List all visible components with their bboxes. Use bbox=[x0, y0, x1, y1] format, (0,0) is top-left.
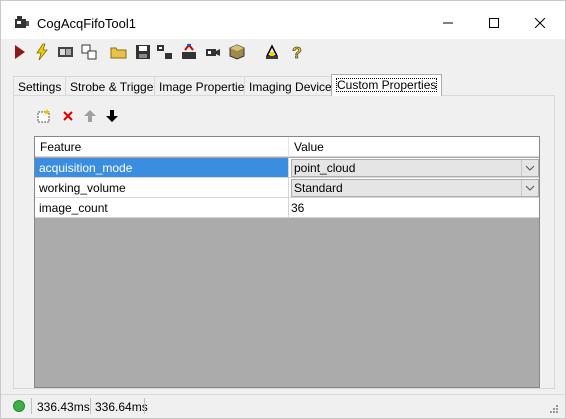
chevron-down-icon bbox=[525, 165, 535, 171]
combo-dropdown-button[interactable] bbox=[521, 180, 538, 196]
status-bar: 336.43ms 336.64ms bbox=[1, 394, 565, 418]
table-row[interactable]: image_count 36 bbox=[35, 198, 539, 218]
run-icon[interactable] bbox=[11, 43, 29, 61]
close-icon bbox=[535, 18, 545, 28]
save-icon[interactable] bbox=[134, 43, 152, 61]
application-window: CogAcqFifoTool1 ? Settings Strobe & Trig… bbox=[0, 0, 566, 419]
tab-label: Strobe & Trigger bbox=[70, 80, 158, 94]
cube-icon[interactable] bbox=[228, 43, 246, 61]
main-toolbar: ? bbox=[1, 39, 565, 67]
status-separator bbox=[31, 398, 32, 414]
value-combobox[interactable]: point_cloud bbox=[291, 159, 539, 177]
close-button[interactable] bbox=[517, 7, 563, 39]
chevron-down-icon bbox=[525, 185, 535, 191]
status-separator bbox=[144, 398, 145, 414]
feature-cell[interactable]: image_count bbox=[35, 198, 289, 218]
move-up-icon[interactable] bbox=[82, 108, 98, 124]
column-header-feature[interactable]: Feature bbox=[35, 137, 289, 157]
camera-icon[interactable] bbox=[204, 43, 222, 61]
help-icon[interactable]: ? bbox=[288, 43, 306, 61]
table-row[interactable]: acquisition_mode point_cloud bbox=[35, 158, 539, 178]
grid-header: Feature Value bbox=[35, 137, 539, 157]
resize-grip-icon[interactable] bbox=[549, 404, 559, 414]
window-title: CogAcqFifoTool1 bbox=[37, 16, 136, 31]
value-combobox[interactable]: Standard bbox=[291, 179, 539, 197]
table-row[interactable]: working_volume Standard bbox=[35, 178, 539, 198]
tab-strobe-trigger[interactable]: Strobe & Trigger bbox=[65, 76, 163, 96]
maximize-icon bbox=[489, 18, 499, 28]
custom-properties-panel: Feature Value acquisition_mode point_clo… bbox=[13, 95, 555, 389]
tab-custom-properties[interactable]: Custom Properties bbox=[331, 74, 443, 96]
tab-image-properties[interactable]: Image Properties bbox=[154, 76, 256, 96]
reset-icon[interactable] bbox=[180, 43, 198, 61]
column-header-value[interactable]: Value bbox=[289, 137, 539, 157]
minimize-icon bbox=[443, 22, 453, 24]
tab-label: Settings bbox=[18, 80, 62, 94]
combo-value: Standard bbox=[294, 181, 343, 195]
image-display-icon[interactable] bbox=[57, 43, 75, 61]
properties-grid: Feature Value acquisition_mode point_clo… bbox=[34, 136, 540, 388]
camera-app-icon bbox=[15, 16, 29, 28]
lightning-icon[interactable] bbox=[33, 43, 51, 61]
status-separator bbox=[90, 398, 91, 414]
move-down-icon[interactable] bbox=[104, 108, 120, 124]
tab-label: Imaging Device bbox=[249, 80, 332, 94]
maximize-button[interactable] bbox=[471, 7, 517, 39]
minimize-button[interactable] bbox=[425, 7, 471, 39]
svg-text:?: ? bbox=[292, 45, 302, 61]
status-led-icon bbox=[13, 400, 25, 412]
tab-strip: Settings Strobe & Trigger Image Properti… bbox=[13, 74, 553, 96]
copy-icon[interactable] bbox=[81, 43, 99, 61]
delete-icon[interactable] bbox=[60, 108, 76, 124]
tab-settings[interactable]: Settings bbox=[13, 76, 67, 96]
new-item-icon[interactable] bbox=[36, 108, 52, 124]
status-time-1: 336.43ms bbox=[37, 400, 90, 414]
grab-icon[interactable] bbox=[156, 43, 174, 61]
status-time-2: 336.64ms bbox=[95, 400, 148, 414]
measure-icon[interactable] bbox=[263, 43, 281, 61]
tab-label: Image Properties bbox=[159, 80, 251, 94]
tab-imaging-device[interactable]: Imaging Device bbox=[244, 76, 337, 96]
combo-value: point_cloud bbox=[294, 161, 356, 175]
combo-dropdown-button[interactable] bbox=[521, 160, 538, 176]
value-text-cell[interactable]: 36 bbox=[289, 198, 539, 218]
tab-label: Custom Properties bbox=[336, 78, 438, 92]
feature-cell[interactable]: working_volume bbox=[35, 178, 289, 198]
open-folder-icon[interactable] bbox=[110, 43, 128, 61]
feature-cell[interactable]: acquisition_mode bbox=[35, 158, 289, 178]
